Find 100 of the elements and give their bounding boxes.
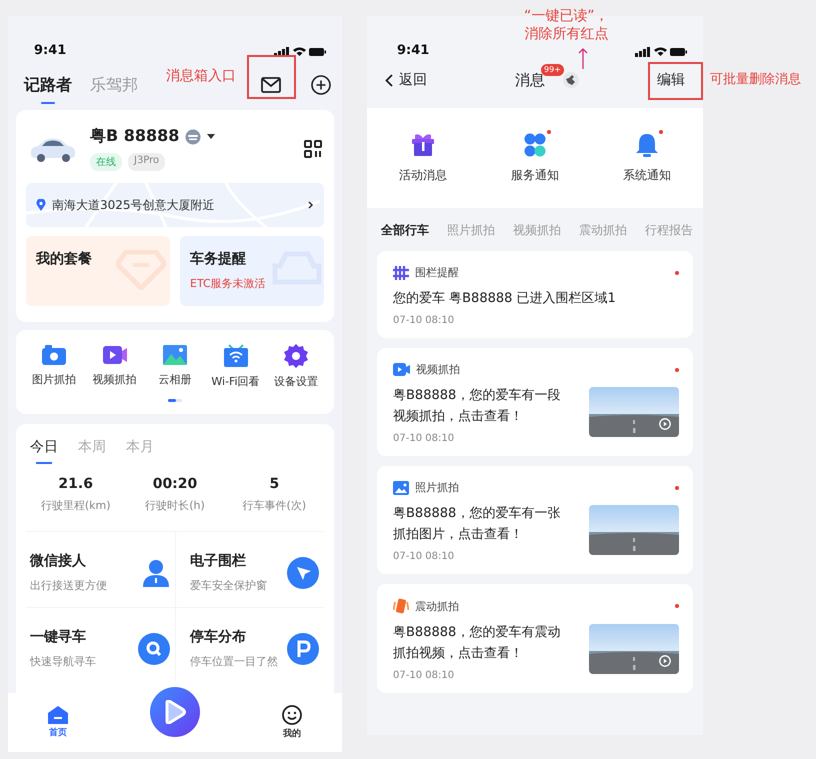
record-button[interactable] <box>150 686 200 736</box>
stat-label: 行车事件(次) <box>242 498 306 513</box>
service-title: 停车分布 <box>190 628 247 646</box>
message-text: 粤B88888，您的爱车有震动抓拍视频，点击查看！ <box>393 624 562 663</box>
image-icon <box>162 344 188 366</box>
parking-icon <box>286 632 320 666</box>
location-bar[interactable]: 南海大道3025号创意大厦附近 <box>26 183 324 227</box>
status-icons <box>635 46 687 58</box>
back-button[interactable]: 返回 <box>385 71 427 89</box>
four-petal-icon <box>522 132 548 156</box>
card-title: 我的套餐 <box>36 250 93 268</box>
header-tab[interactable]: 记路者 <box>24 68 72 102</box>
wifi-icon <box>222 344 248 368</box>
stat-value: 5 <box>269 476 280 492</box>
message-category: 围栏提醒 <box>415 265 459 280</box>
shortcut-item[interactable]: 视频抓拍 <box>84 344 144 389</box>
back-icon <box>385 74 393 86</box>
highlight-frame <box>648 62 703 100</box>
service-subtitle: 停车位置一目了然 <box>190 654 278 669</box>
add-icon <box>311 75 331 95</box>
video-icon <box>102 344 128 366</box>
play-icon <box>164 700 186 724</box>
location-text: 南海大道3025号创意大厦附近 <box>52 196 216 214</box>
message-time: 07-10 08:10 <box>393 433 456 444</box>
service-item[interactable]: 微信接人 出行接送更方便 <box>26 532 175 608</box>
annotation-text: “一键已读”， <box>524 8 609 26</box>
image-icon <box>393 480 409 494</box>
annotation-arrow <box>578 48 588 70</box>
message-card[interactable]: 围栏提醒 您的爱车 粤B88888 已进入围栏区域1 07-10 08:10 <box>377 251 693 338</box>
person-icon <box>141 558 171 588</box>
message-time: 07-10 08:10 <box>393 315 456 326</box>
annotation-text: 消息箱入口 <box>166 68 236 86</box>
status-icons <box>274 46 326 58</box>
unread-count-badge: 99+ <box>541 64 564 76</box>
location-pin-icon <box>36 199 46 211</box>
service-title: 一键寻车 <box>30 628 87 646</box>
smiley-icon <box>282 705 302 725</box>
bell-icon <box>634 132 660 156</box>
category-item[interactable]: 活动消息 <box>367 132 479 184</box>
shortcut-item[interactable]: 云相册 <box>145 344 205 389</box>
annotation-text: 可批量删除消息 <box>710 72 801 88</box>
annotation-text: 消除所有红点 <box>524 26 608 43</box>
message-text: 您的爱车 粤B88888 已进入围栏区域1 <box>393 290 617 308</box>
device-icon <box>185 128 202 144</box>
service-subtitle: 出行接送更方便 <box>30 578 107 593</box>
device-tag: 在线 <box>90 153 122 171</box>
device-tag: J3Pro <box>128 153 166 171</box>
category-item[interactable]: 系统通知 <box>591 132 703 184</box>
qr-code-icon[interactable] <box>304 140 322 158</box>
message-card[interactable]: 震动抓拍 粤B88888，您的爱车有震动抓拍视频，点击查看！ 07-10 08:10 <box>377 584 693 693</box>
message-time: 07-10 08:10 <box>393 551 456 562</box>
nav-tab[interactable]: 首页 <box>38 706 78 739</box>
shortcut-item[interactable]: 图片抓拍 <box>24 344 84 389</box>
search-icon <box>137 632 171 666</box>
shortcut-item[interactable]: 设备设置 <box>266 344 326 389</box>
nav-tab[interactable]: 我的 <box>272 705 312 740</box>
dropdown-caret-icon[interactable] <box>207 134 216 139</box>
message-category: 照片抓拍 <box>415 480 459 495</box>
message-text: 粤B88888，您的爱车有一段视频抓拍，点击查看！ <box>393 387 562 426</box>
status-time: 9:41 <box>397 43 430 58</box>
message-card[interactable]: 照片抓拍 粤B88888，您的爱车有一张抓拍图片，点击查看！ 07-10 08:10 <box>377 466 693 574</box>
page-indicator <box>168 399 182 402</box>
service-item[interactable]: 停车分布 停车位置一目了然 <box>175 608 324 683</box>
status-time: 9:41 <box>34 43 66 58</box>
plan-card[interactable]: 我的套餐 <box>26 236 170 306</box>
card-subtitle: ETC服务未激活 <box>190 276 267 291</box>
service-title: 电子围栏 <box>190 552 247 570</box>
service-subtitle: 快速导航寻车 <box>30 654 96 669</box>
card-title: 车务提醒 <box>190 250 247 268</box>
message-category: 视频抓拍 <box>416 362 460 377</box>
stat-value: 00:20 <box>152 476 198 492</box>
shortcut-item[interactable]: Wi-Fi回看 <box>206 344 266 389</box>
mail-icon <box>261 77 281 93</box>
service-item[interactable]: 一键寻车 快速导航寻车 <box>26 608 175 683</box>
message-category: 震动抓拍 <box>415 598 459 614</box>
message-time: 07-10 08:10 <box>393 670 456 681</box>
edit-button[interactable]: 编辑 <box>651 67 691 93</box>
mark-all-read-button[interactable] <box>563 72 579 88</box>
home-icon <box>48 706 68 724</box>
camera-icon <box>41 344 67 366</box>
highlight-frame <box>247 55 296 99</box>
filter-tab[interactable]: 全部行车 <box>381 222 429 239</box>
gift-icon <box>410 132 436 156</box>
service-item[interactable]: 电子围栏 爱车安全保护窗 <box>175 532 324 608</box>
category-item[interactable]: 服务通知 <box>479 132 591 184</box>
stat-value: 21.6 <box>58 476 93 492</box>
navigation-icon <box>286 556 320 590</box>
period-tab[interactable]: 今日 <box>30 434 58 466</box>
reminder-card[interactable]: 车务提醒 ETC服务未激活 <box>180 236 324 306</box>
stat-label: 行驶时长(h) <box>145 498 205 513</box>
video-icon <box>393 363 410 376</box>
add-button[interactable] <box>308 72 334 98</box>
play-icon <box>659 655 671 667</box>
fence-icon <box>393 266 409 280</box>
service-subtitle: 爱车安全保护窗 <box>190 578 267 593</box>
settings-icon <box>284 344 308 368</box>
vibration-icon <box>393 598 409 614</box>
service-title: 微信接人 <box>30 552 87 570</box>
license-plate: 粤B 88888 <box>90 126 180 147</box>
message-card[interactable]: 视频抓拍 粤B88888，您的爱车有一段视频抓拍，点击查看！ 07-10 08:10 <box>377 348 693 456</box>
